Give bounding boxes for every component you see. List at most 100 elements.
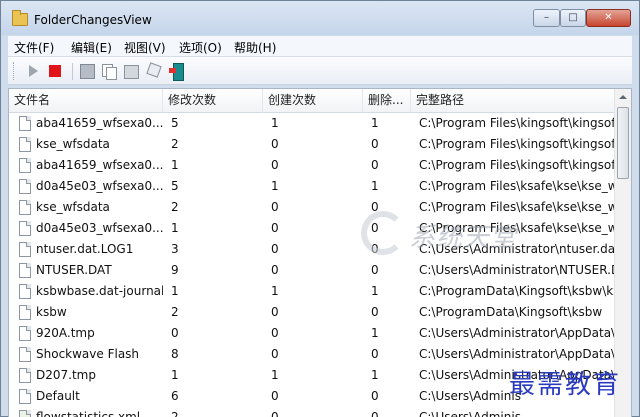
cell-modified: 5: [171, 179, 179, 193]
cell-modified: 2: [171, 137, 179, 151]
cell-deleted: 1: [371, 326, 379, 340]
changes-list[interactable]: 文件名 修改次数 创建次数 删除... 完整路径 aba41659_wfsexa…: [8, 88, 632, 417]
menu-options[interactable]: 选项(O): [179, 39, 222, 56]
cell-fullpath: C:\Users\Adminis: [419, 410, 521, 417]
cell-deleted: 0: [371, 158, 379, 172]
cell-deleted: 1: [371, 368, 379, 382]
cell-fullpath: C:\Program Files\kingsoft\kingsof: [419, 158, 615, 172]
cell-created: 1: [271, 284, 279, 298]
table-row[interactable]: ntuser.dat.LOG1 3 0 0 C:\Users\Administrator…: [9, 239, 615, 260]
scroll-thumb[interactable]: [617, 107, 629, 179]
menu-edit[interactable]: 编辑(E): [71, 39, 112, 56]
table-row[interactable]: NTUSER.DAT 9 0 0 C:\Users\Administrator\NTUS…: [9, 260, 615, 281]
cell-filename: kse_wfsdata: [36, 137, 110, 151]
cell-filename: aba41659_wfsexa0....: [36, 116, 163, 130]
scroll-up-icon[interactable]: [615, 89, 631, 106]
cell-filename: aba41659_wfsexa0....: [36, 158, 163, 172]
cell-created: 0: [271, 242, 279, 256]
cell-created: 1: [271, 179, 279, 193]
cell-modified: 1: [171, 221, 179, 235]
cell-fullpath: C:\Program Files\ksafe\kse\kse_w: [419, 200, 615, 214]
cell-deleted: 0: [371, 410, 379, 417]
cell-filename: Shockwave Flash: [36, 347, 140, 361]
table-row[interactable]: d0a45e03_wfsexa0.... 1 0 0 C:\Program Files\…: [9, 218, 615, 239]
table-row[interactable]: Default 6 0 0 C:\Users\Adminis: [9, 386, 615, 407]
exit-icon[interactable]: [169, 63, 185, 81]
cell-fullpath: C:\Users\Administrator\ntuser.dat: [419, 242, 615, 256]
column-header-created[interactable]: 创建次数: [263, 89, 363, 113]
cell-filename: d0a45e03_wfsexa0....: [36, 221, 163, 235]
table-row[interactable]: D207.tmp 1 1 1 C:\Users\Administrator\AppDat…: [9, 365, 615, 386]
table-row[interactable]: 920A.tmp 0 0 1 C:\Users\Administrator\AppDat…: [9, 323, 615, 344]
cell-modified: 5: [171, 116, 179, 130]
table-row[interactable]: kse_wfsdata 2 0 0 C:\Program Files\kingsoft\…: [9, 134, 615, 155]
table-row[interactable]: Shockwave Flash 8 0 0 C:\Users\Administrator…: [9, 344, 615, 365]
cell-created: 0: [271, 221, 279, 235]
cell-filename: NTUSER.DAT: [36, 263, 112, 277]
cell-fullpath: C:\Program Files\kingsoft\kingsof: [419, 116, 615, 130]
cell-deleted: 1: [371, 116, 379, 130]
table-row[interactable]: aba41659_wfsexa0.... 5 1 1 C:\Program Files\…: [9, 113, 615, 134]
table-row[interactable]: kse_wfsdata 2 0 0 C:\Program Files\ksafe\kse…: [9, 197, 615, 218]
table-row[interactable]: d0a45e03_wfsexa0.... 5 1 1 C:\Program Files\…: [9, 176, 615, 197]
cell-created: 0: [271, 200, 279, 214]
cell-deleted: 1: [371, 179, 379, 193]
minimize-button[interactable]: –: [533, 9, 560, 27]
cell-created: 1: [271, 368, 279, 382]
cell-created: 0: [271, 305, 279, 319]
table-row[interactable]: aba41659_wfsexa0.... 1 0 0 C:\Program Files\…: [9, 155, 615, 176]
cell-filename: ksbwbase.dat-journal: [36, 284, 163, 298]
title-bar[interactable]: FolderChangesView – □ ✕: [1, 1, 639, 35]
vertical-scrollbar[interactable]: [614, 89, 631, 417]
play-icon[interactable]: [25, 63, 41, 79]
save-icon[interactable]: [79, 63, 95, 79]
cell-created: 0: [271, 263, 279, 277]
menu-view[interactable]: 视图(V): [124, 39, 166, 56]
maximize-button[interactable]: □: [560, 9, 586, 27]
table-row[interactable]: flowstatistics.xml 2 0 0 C:\Users\Adminis: [9, 407, 615, 417]
cell-modified: 8: [171, 347, 179, 361]
table-row[interactable]: ksbwbase.dat-journal 1 1 1 C:\ProgramData\Ki…: [9, 281, 615, 302]
stop-icon[interactable]: [47, 63, 63, 79]
cell-deleted: 0: [371, 263, 379, 277]
cell-deleted: 0: [371, 137, 379, 151]
cell-modified: 0: [171, 326, 179, 340]
cell-modified: 1: [171, 368, 179, 382]
cell-created: 0: [271, 389, 279, 403]
cell-deleted: 0: [371, 389, 379, 403]
cell-modified: 1: [171, 158, 179, 172]
cell-created: 0: [271, 158, 279, 172]
cell-deleted: 0: [371, 305, 379, 319]
window-title: FolderChangesView: [34, 13, 152, 27]
folder-icon: [12, 10, 28, 26]
properties-icon[interactable]: [123, 63, 139, 79]
cell-filename: d0a45e03_wfsexa0....: [36, 179, 163, 193]
cell-modified: 1: [171, 284, 179, 298]
cell-fullpath: C:\ProgramData\Kingsoft\ksbw: [419, 305, 603, 319]
find-icon[interactable]: [146, 63, 162, 79]
menu-file[interactable]: 文件(F): [14, 39, 54, 56]
cell-deleted: 0: [371, 221, 379, 235]
cell-created: 1: [271, 116, 279, 130]
cell-filename: ntuser.dat.LOG1: [36, 242, 134, 256]
cell-modified: 2: [171, 200, 179, 214]
cell-deleted: 0: [371, 200, 379, 214]
menu-help[interactable]: 帮助(H): [234, 39, 276, 56]
column-header-deleted[interactable]: 删除...: [363, 89, 411, 113]
cell-fullpath: C:\Users\Administrator\AppData\: [419, 326, 615, 340]
column-header-fullpath[interactable]: 完整路径: [411, 89, 615, 113]
cell-filename: Default: [36, 389, 80, 403]
cell-modified: 9: [171, 263, 179, 277]
cell-fullpath: C:\Users\Adminis: [419, 389, 521, 403]
cell-fullpath: C:\Users\Administrator\NTUSER.D: [419, 263, 615, 277]
copy-icon[interactable]: [101, 63, 117, 80]
list-header: 文件名 修改次数 创建次数 删除... 完整路径: [9, 89, 615, 113]
column-header-modified[interactable]: 修改次数: [163, 89, 263, 113]
close-button[interactable]: ✕: [586, 9, 631, 27]
column-header-filename[interactable]: 文件名: [9, 89, 163, 113]
cell-fullpath: C:\Program Files\kingsoft\kingsof: [419, 137, 615, 151]
table-row[interactable]: ksbw 2 0 0 C:\ProgramData\Kingsoft\ksbw: [9, 302, 615, 323]
toolbar-grip[interactable]: [13, 62, 15, 80]
menu-bar: 文件(F) 编辑(E) 视图(V) 选项(O) 帮助(H): [8, 36, 632, 57]
cell-deleted: 0: [371, 242, 379, 256]
